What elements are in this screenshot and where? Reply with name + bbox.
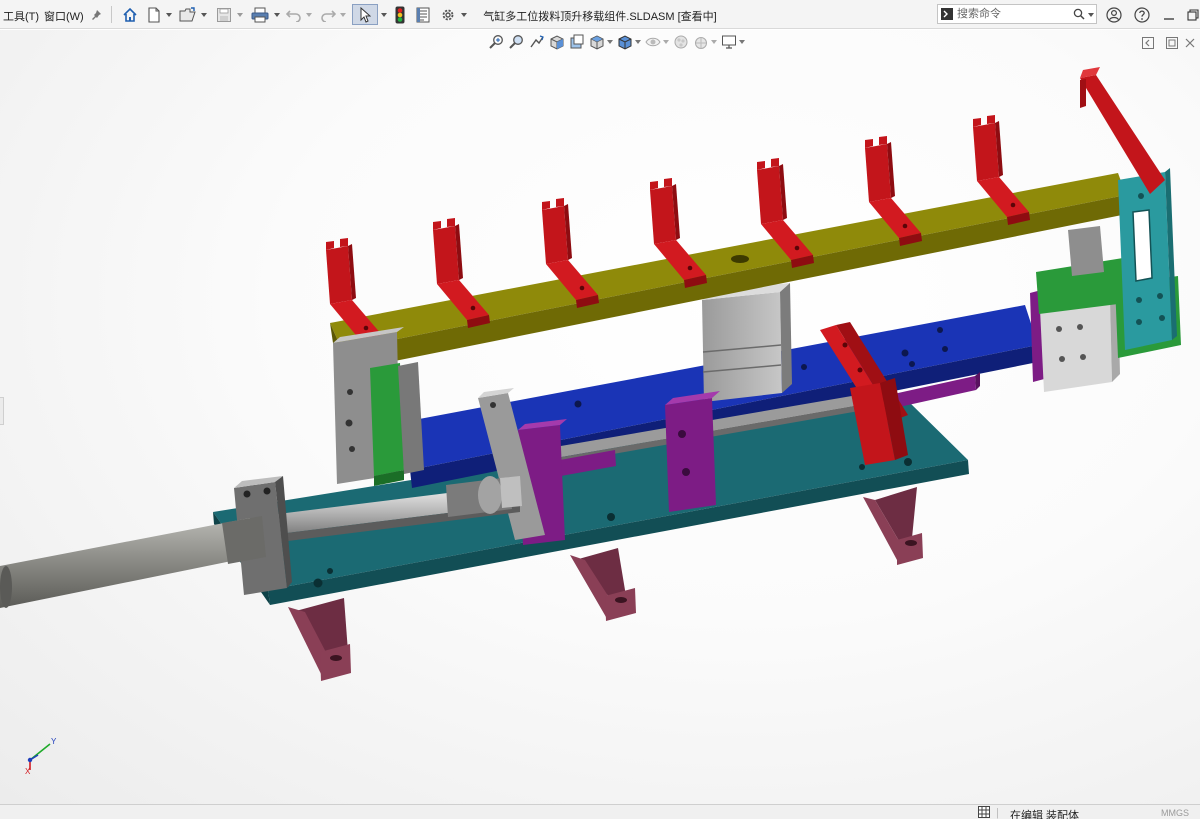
minimize-icon bbox=[1164, 17, 1174, 20]
save-dropdown-chevron-icon[interactable] bbox=[236, 4, 244, 25]
title-bar: 工具(T) 窗口(W) 气缸多工位拨料顶升移载组件.SLDASM [查看中] 搜… bbox=[0, 0, 1200, 29]
open-dropdown-chevron-icon[interactable] bbox=[200, 4, 208, 25]
search-dropdown-chevron-icon[interactable] bbox=[1088, 13, 1094, 17]
traffic-light-icon[interactable] bbox=[392, 4, 408, 25]
print-icon[interactable] bbox=[249, 4, 271, 25]
user-account-icon[interactable] bbox=[1103, 4, 1125, 25]
new-dropdown-chevron-icon[interactable] bbox=[165, 4, 173, 25]
save-icon[interactable] bbox=[214, 4, 234, 25]
support-leg[interactable] bbox=[863, 487, 923, 565]
menu-tools[interactable]: 工具(T) bbox=[3, 8, 39, 24]
redo-dropdown-chevron-icon[interactable] bbox=[339, 4, 347, 25]
status-bar: | 在编辑 装配体 MMGS bbox=[0, 804, 1200, 819]
undo-dropdown-chevron-icon[interactable] bbox=[305, 4, 313, 25]
right-end-bracket[interactable] bbox=[1030, 67, 1181, 392]
edit-state-label: 在编辑 装配体 bbox=[1010, 810, 1080, 819]
lift-cylinder[interactable] bbox=[702, 283, 792, 402]
restore-icon bbox=[1187, 8, 1199, 21]
redo-icon[interactable] bbox=[319, 4, 337, 25]
grid-status-icon[interactable] bbox=[978, 806, 990, 818]
home-icon[interactable] bbox=[120, 4, 140, 25]
search-input[interactable] bbox=[957, 6, 1069, 22]
restore-button[interactable] bbox=[1182, 4, 1200, 25]
pin-icon[interactable] bbox=[88, 4, 104, 25]
file-properties-icon[interactable] bbox=[414, 4, 432, 25]
support-leg[interactable] bbox=[570, 548, 636, 621]
search-box[interactable] bbox=[937, 4, 1097, 24]
support-leg[interactable] bbox=[288, 598, 351, 681]
command-prompt-icon bbox=[941, 8, 953, 20]
document-title: 气缸多工位拨料顶升移载组件.SLDASM [查看中] bbox=[483, 11, 717, 23]
cylinder-barrel[interactable] bbox=[0, 516, 266, 608]
print-dropdown-chevron-icon[interactable] bbox=[273, 4, 281, 25]
select-dropdown-chevron-icon[interactable] bbox=[380, 4, 388, 25]
gear-icon[interactable] bbox=[438, 4, 458, 25]
select-arrow-icon[interactable] bbox=[352, 4, 378, 25]
coordinate-triad: Y X bbox=[25, 737, 57, 776]
menu-window[interactable]: 窗口(W) bbox=[44, 8, 84, 24]
help-icon[interactable] bbox=[1131, 4, 1153, 25]
graphics-viewport[interactable]: Y X bbox=[0, 30, 1200, 804]
minimize-button[interactable] bbox=[1158, 4, 1180, 25]
solidworks-window: 工具(T) 窗口(W) 气缸多工位拨料顶升移载组件.SLDASM [查看中] 搜… bbox=[0, 0, 1200, 819]
undo-icon[interactable] bbox=[285, 4, 303, 25]
options-dropdown-chevron-icon[interactable] bbox=[460, 4, 468, 25]
triad-x-label: X bbox=[25, 767, 31, 776]
open-folder-icon[interactable] bbox=[178, 4, 198, 25]
units-label[interactable]: MMGS bbox=[1161, 808, 1189, 818]
assembly-model-view[interactable]: Y X bbox=[0, 30, 1200, 804]
new-document-icon[interactable] bbox=[145, 4, 163, 25]
search-icon[interactable] bbox=[1073, 8, 1085, 20]
triad-y-label: Y bbox=[51, 737, 57, 746]
